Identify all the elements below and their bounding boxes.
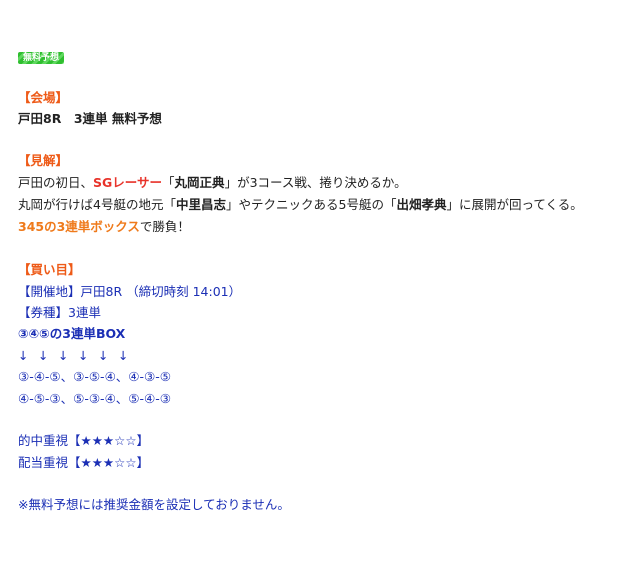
- picks-place: 【開催地】戸田8R （締切時刻 14:01）: [18, 284, 242, 299]
- view-line-3-b: で勝負！: [139, 219, 190, 234]
- picks-ticket-type: 【券種】3連単: [18, 305, 101, 320]
- down-arrow-icon: ↓: [18, 348, 29, 363]
- down-arrow-icon: ↓: [98, 348, 109, 363]
- view-line-2-c: 」やテクニックある5号艇の「: [225, 197, 397, 212]
- racer-name-nakazato: 中里昌志: [175, 197, 226, 212]
- view-line-1-a: 戸田の初日、: [18, 175, 94, 190]
- down-arrow-icon: ↓: [58, 348, 69, 363]
- picks-heading: 【買い目】: [18, 262, 81, 277]
- down-arrow-icon: ↓: [38, 348, 49, 363]
- free-prediction-badge: 無料予想: [18, 52, 65, 64]
- view-line-1-c: 「: [162, 175, 175, 190]
- picks-combos-2: ④-⑤-③、⑤-③-④、⑤-④-③: [18, 391, 171, 406]
- view-line-2-a: 丸岡が行けば4号艇の地元「: [18, 197, 176, 212]
- picks-box: ③④⑤の3連単BOX: [18, 326, 126, 341]
- view-line-3: 345の3連単ボックスで勝負！: [18, 219, 190, 235]
- racer-name-maruoka: 丸岡正典: [174, 175, 225, 190]
- view-line-2: 丸岡が行けば4号艇の地元「中里昌志」やテクニックある5号艇の「出畑孝典」に展開が…: [18, 197, 583, 213]
- box-bet-highlight: 345の3連単ボックス: [18, 219, 140, 234]
- view-heading: 【見解】: [18, 153, 69, 168]
- page: 無料予想 【会場】 戸田8R 3連単 無料予想 【見解】 戸田の初日、SGレーサ…: [0, 0, 640, 586]
- payout-rating: 配当重視【★★★☆☆】: [18, 455, 150, 470]
- disclaimer-note: ※無料予想には推奨金額を設定しておりません。: [18, 497, 290, 512]
- hit-rating: 的中重視【★★★☆☆】: [18, 433, 150, 448]
- racer-name-dehata: 出畑孝典: [396, 197, 447, 212]
- picks-combos-1: ③-④-⑤、③-⑤-④、④-③-⑤: [18, 369, 171, 384]
- down-arrow-icon: ↓: [118, 348, 129, 363]
- view-line-1-e: 」が3コース戦、捲り決めるか。: [224, 175, 407, 190]
- down-arrow-icon: ↓: [78, 348, 89, 363]
- venue-heading: 【会場】: [18, 90, 69, 105]
- picks-arrows: ↓ ↓ ↓ ↓ ↓ ↓: [18, 348, 138, 364]
- view-line-2-e: 」に展開が回ってくる。: [446, 197, 583, 212]
- venue-text: 戸田8R 3連単 無料予想: [18, 111, 162, 126]
- sg-racer-highlight: SGレーサー: [93, 175, 163, 190]
- view-line-1: 戸田の初日、SGレーサー「丸岡正典」が3コース戦、捲り決めるか。: [18, 175, 407, 191]
